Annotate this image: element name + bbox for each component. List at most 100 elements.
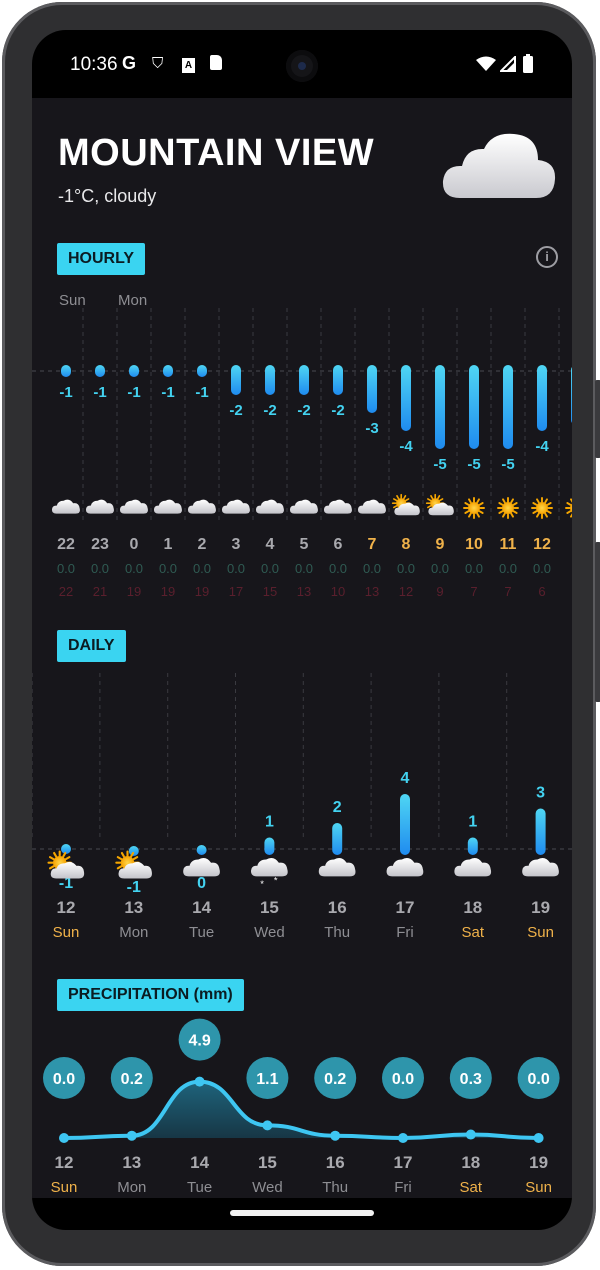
hourly-hour: 12: [533, 536, 551, 553]
precipitation-weekday: Sun: [525, 1179, 552, 1196]
precipitation-dot: [126, 1130, 137, 1141]
precipitation-date: 16: [326, 1153, 345, 1172]
precipitation-weekday: Sun: [51, 1179, 78, 1196]
cloud-icon: [221, 499, 250, 514]
cloud-icon: [522, 858, 559, 877]
daily-column: -112Sun: [47, 844, 85, 941]
hourly-column: -3 7 0.0 13: [357, 365, 386, 599]
cloud-icon: [183, 858, 220, 877]
cloud-icon: [289, 499, 318, 514]
precipitation-point: 0.3 18 Sat: [449, 1057, 492, 1196]
hourly-precip: 0.0: [363, 561, 381, 576]
cloud-icon: [454, 858, 492, 877]
daily-weekday: Sat: [462, 924, 485, 941]
hourly-temp-bar: [129, 365, 139, 377]
daily-weekday: Sun: [53, 924, 80, 941]
hourly-hour: 6: [334, 536, 343, 553]
hourly-humidity: 19: [195, 584, 209, 599]
hourly-column: -2 3 0.0 17: [221, 365, 250, 599]
google-icon: G: [122, 53, 137, 73]
precipitation-weekday: Tue: [187, 1179, 212, 1196]
daily-column: 0 14 Tue: [183, 845, 220, 941]
cloud-icon: [255, 499, 284, 514]
precipitation-date: 14: [190, 1153, 209, 1172]
daily-date: 19: [531, 898, 550, 917]
hourly-temp-bar: [265, 365, 275, 395]
hourly-temp: -1: [59, 384, 72, 401]
hourly-column: -2 6 0.0 10: [323, 365, 352, 599]
hourly-humidity: 7: [470, 584, 477, 599]
hourly-temp: -1: [195, 384, 208, 401]
daily-date: 14: [192, 898, 211, 917]
precipitation-dot: [262, 1120, 273, 1131]
daily-date: 15: [260, 898, 279, 917]
daily-weekday: Sun: [527, 924, 554, 941]
precipitation-date: 12: [55, 1153, 74, 1172]
precipitation-weekday: Fri: [394, 1179, 412, 1196]
hourly-column: -5 10 0.0 7: [463, 365, 485, 599]
hourly-temp-bar: [469, 365, 479, 449]
precipitation-value: 0.2: [121, 1071, 143, 1088]
hourly-humidity: 15: [263, 584, 277, 599]
hourly-column: -4 8 0.0 12: [391, 365, 420, 599]
cloud-icon: [85, 499, 114, 514]
hourly-humidity: 9: [436, 584, 443, 599]
hourly-temp-bar: [197, 365, 207, 377]
shield-icon: ⛉: [152, 55, 164, 72]
precipitation-value: 4.9: [188, 1033, 210, 1050]
hourly-hour: 5: [300, 536, 309, 553]
hourly-temp-bar: [401, 365, 411, 431]
hourly-precip: 0.0: [465, 561, 483, 576]
hourly-humidity: 19: [127, 584, 141, 599]
hourly-temp: -2: [297, 402, 310, 419]
sun-icon: [497, 497, 519, 519]
hourly-humidity: 21: [93, 584, 107, 599]
daily-column: 4 17 Fri: [386, 770, 424, 941]
hourly-precip: 0.0: [431, 561, 449, 576]
info-icon[interactable]: i: [536, 246, 558, 268]
daily-label: DAILY: [57, 630, 126, 662]
hourly-temp: -4: [399, 438, 413, 455]
precipitation-dot: [59, 1133, 69, 1143]
hourly-temp: -1: [93, 384, 106, 401]
hourly-column: -1 2 0.0 19: [187, 365, 216, 599]
hourly-column: -5 11 0.0 7: [497, 365, 519, 599]
hourly-temp: -5: [433, 456, 446, 473]
hourly-humidity: 6: [538, 584, 545, 599]
sun-icon: [531, 497, 553, 519]
precipitation-dot: [398, 1133, 408, 1143]
hourly-temp: -2: [331, 402, 344, 419]
hourly-temp-bar: [163, 365, 173, 377]
precipitation-value: 1.1: [256, 1071, 278, 1088]
sun-icon: [565, 498, 572, 518]
hourly-temp: -1: [161, 384, 174, 401]
daily-weekday: Fri: [396, 924, 414, 941]
hourly-temp-bar: [435, 365, 445, 449]
hourly-column: -1 22 0.0 22: [51, 365, 80, 599]
daily-temp: 3: [536, 785, 545, 802]
hourly-chart[interactable]: -1 22 0.0 22 -1 23 0.0 21 -1 0 0.0 19 -1 1 0.0 19 -1 2 0.0…: [32, 308, 572, 628]
precipitation-date: 17: [394, 1153, 413, 1172]
hourly-precip: 0.0: [397, 561, 415, 576]
daily-weekday: Thu: [324, 924, 350, 941]
home-indicator[interactable]: [230, 1210, 374, 1216]
precipitation-weekday: Mon: [117, 1179, 146, 1196]
hourly-hour: 11: [500, 536, 517, 553]
hourly-temp: -2: [263, 402, 276, 419]
cloud-icon: [153, 499, 182, 514]
hourly-humidity: 7: [504, 584, 511, 599]
sun-icon: [463, 497, 485, 519]
hourly-precip: 0.0: [295, 561, 313, 576]
hourly-hour: 22: [57, 536, 75, 553]
cloud-icon: [318, 858, 356, 877]
daily-column: 1 18 Sat: [454, 814, 492, 941]
hourly-temp: -1: [127, 384, 140, 401]
precipitation-chart[interactable]: 0.0 12 Sun 0.2 13 Mon 4.9 14 Tue 1.1 15 Wed 0.2 16 Thu…: [32, 1016, 572, 1198]
precipitation-date: 13: [122, 1153, 141, 1172]
daily-chart[interactable]: -112Sun-113Mon014Tue1* *15Wed216Thu417Fri…: [32, 673, 572, 953]
hourly-column: -5 9 0.0 9: [425, 365, 454, 599]
sd-card-icon: [210, 55, 222, 74]
power-button: [595, 380, 600, 458]
precipitation-point: 0.2 16 Thu: [314, 1057, 357, 1196]
cloud-icon: [323, 499, 352, 514]
